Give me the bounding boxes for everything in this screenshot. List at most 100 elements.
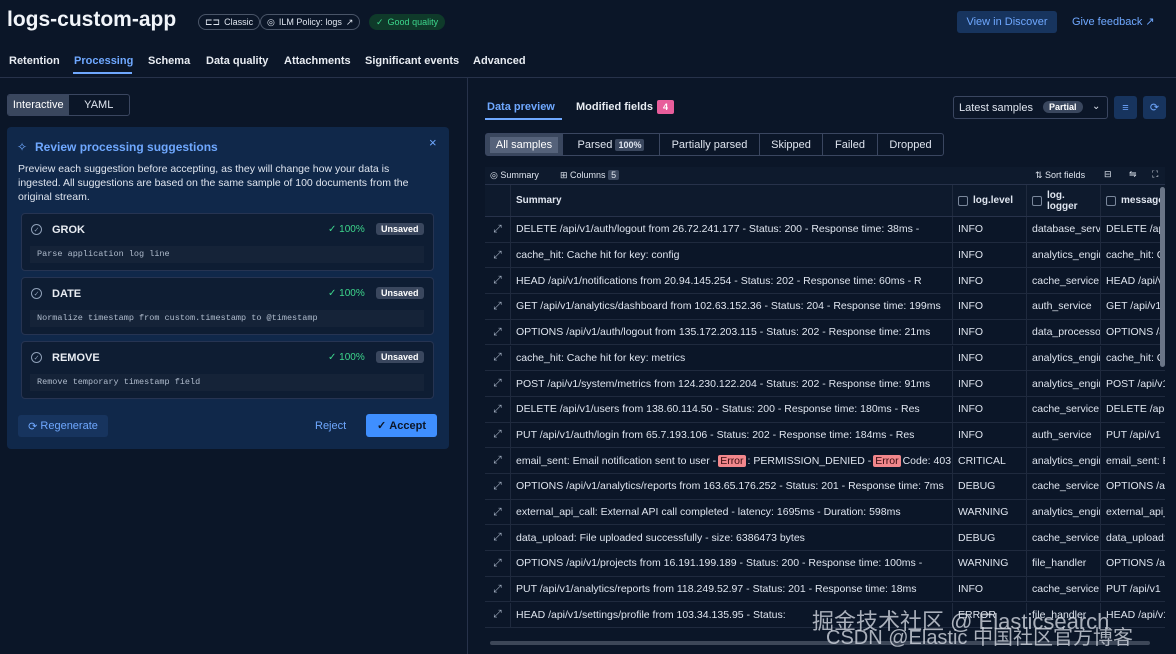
log-level-cell: INFO (953, 217, 1027, 242)
sort-fields-button[interactable]: ⇅ Sort fields (1035, 170, 1085, 181)
table-row[interactable]: ⤢ POST /api/v1/system/metrics from 124.23… (485, 371, 1165, 397)
table-row[interactable]: ⤢ data_upload: File uploaded successfully… (485, 525, 1165, 552)
expand-row-icon[interactable]: ⤢ (485, 551, 511, 576)
pct-value: 100% (339, 224, 365, 235)
filter-parsed[interactable]: Parsed 100% (562, 133, 660, 156)
suggestion-card-date[interactable]: ✓ DATE ✓ 100% Unsaved Normalize timestam… (21, 277, 434, 335)
close-icon[interactable]: × (429, 135, 437, 150)
expand-row-icon[interactable]: ⤢ (485, 242, 511, 268)
ilm-policy-link[interactable]: ◎ ILM Policy: logs ↗ (260, 14, 361, 30)
processor-name: REMOVE (52, 352, 100, 364)
suggestion-card-grok[interactable]: ✓ GROK ✓ 100% Unsaved Parse application … (21, 213, 434, 271)
expand-row-icon[interactable]: ⤢ (485, 499, 511, 525)
tab-advanced[interactable]: Advanced (473, 55, 526, 67)
expand-row-icon[interactable]: ⤢ (485, 217, 511, 242)
refresh-button[interactable]: ⟳ (1143, 96, 1166, 119)
match-rate: ✓ 100% (328, 224, 365, 235)
vertical-scrollbar[interactable] (1160, 187, 1165, 367)
pane-divider (467, 78, 468, 654)
table-row[interactable]: ⤢ PUT /api/v1/analytics/reports from 118.… (485, 576, 1165, 603)
density-icon[interactable]: ⊟ (1104, 169, 1112, 180)
columns-button[interactable]: ⊞ Columns 5 (560, 170, 620, 181)
table-row[interactable]: ⤢ cache_hit: Cache hit for key: config INF… (485, 242, 1165, 269)
table-row[interactable]: ⤢ OPTIONS /api/v1/auth/logout from 135.17… (485, 319, 1165, 346)
log-level-cell: WARNING (953, 551, 1027, 576)
message-cell: external_api_call (1106, 506, 1165, 519)
table-row[interactable]: ⤢ external_api_call: External API call co… (485, 499, 1165, 526)
regenerate-button[interactable]: ⟳ Regenerate (18, 415, 108, 437)
log-level-cell: INFO (953, 242, 1027, 268)
table-row[interactable]: ⤢ OPTIONS /api/v1/projects from 16.191.19… (485, 551, 1165, 577)
regenerate-label: Regenerate (40, 420, 98, 432)
log-logger-cell: auth_service (1027, 294, 1101, 319)
tab-retention[interactable]: Retention (9, 55, 60, 67)
column-header-message[interactable]: message (1101, 185, 1165, 216)
expand-row-icon[interactable]: ⤢ (485, 422, 511, 448)
log-logger-cell: analytics_engine (1027, 345, 1101, 371)
expand-row-icon[interactable]: ⤢ (485, 371, 511, 396)
classic-label: Classic (224, 17, 254, 27)
table-row[interactable]: ⤢ cache_hit: Cache hit for key: metrics IN… (485, 345, 1165, 372)
check-circle-icon: ✓ (31, 352, 42, 363)
table-row[interactable]: ⤢ HEAD /api/v1/notifications from 20.94.1… (485, 268, 1165, 295)
tab-processing[interactable]: Processing (74, 55, 133, 67)
view-in-discover-button[interactable]: View in Discover (957, 11, 1057, 33)
tab-significant-events[interactable]: Significant events (365, 55, 459, 67)
log-level-cell: INFO (953, 576, 1027, 602)
tab-attachments[interactable]: Attachments (284, 55, 351, 67)
column-header-summary[interactable]: Summary (511, 185, 953, 216)
tab-data-quality[interactable]: Data quality (206, 55, 268, 67)
message-cell: OPTIONS /api (1106, 326, 1165, 339)
filter-settings-button[interactable]: ≡ (1114, 96, 1137, 119)
columns-label: Columns (570, 170, 606, 180)
chevron-down-icon: ⌄ (1092, 101, 1101, 112)
table-row[interactable]: ⤢ PUT /api/v1/auth/login from 65.7.193.10… (485, 422, 1165, 449)
table-row[interactable]: ⤢ DELETE /api/v1/users from 138.60.114.50… (485, 396, 1165, 423)
yaml-mode-button[interactable]: YAML (69, 95, 130, 115)
column-header-log-level[interactable]: log.level (953, 185, 1027, 216)
samples-select[interactable]: Latest samples Partial ⌄ (953, 96, 1108, 119)
log-level-cell: WARNING (953, 499, 1027, 525)
suggestion-card-remove[interactable]: ✓ REMOVE ✓ 100% Unsaved Remove temporary… (21, 341, 434, 399)
filter-partially-parsed[interactable]: Partially parsed (659, 133, 760, 156)
expand-row-icon[interactable]: ⤢ (485, 294, 511, 319)
column-header-log-logger[interactable]: log. logger (1027, 185, 1101, 216)
check-circle-icon: ✓ (31, 288, 42, 299)
table-row[interactable]: ⤢ email_sent: Email notification sent to … (485, 448, 1165, 474)
fullscreen-icon[interactable]: ⛶ (1152, 169, 1158, 180)
expand-row-icon[interactable]: ⤢ (485, 474, 511, 499)
row-height-icon[interactable]: ⇋ (1129, 169, 1137, 180)
table-row[interactable]: ⤢ OPTIONS /api/v1/analytics/reports from … (485, 474, 1165, 500)
check-circle-icon: ✓ (376, 16, 384, 27)
give-feedback-link[interactable]: Give feedback ↗ (1072, 15, 1155, 28)
filter-all-samples[interactable]: All samples (485, 133, 563, 156)
filter-dropped[interactable]: Dropped (877, 133, 944, 156)
tab-data-preview[interactable]: Data preview (487, 101, 555, 113)
quality-label: Good quality (387, 17, 439, 27)
tab-schema[interactable]: Schema (148, 55, 190, 67)
expand-row-icon[interactable]: ⤢ (485, 268, 511, 294)
feedback-label: Give feedback (1072, 16, 1143, 28)
tabs-divider (0, 77, 1176, 78)
expand-row-icon[interactable]: ⤢ (485, 448, 511, 473)
filter-failed[interactable]: Failed (822, 133, 878, 156)
accept-button[interactable]: ✓ Accept (366, 414, 437, 437)
expand-row-icon[interactable]: ⤢ (485, 396, 511, 422)
summary-toggle[interactable]: ◎ Summary (490, 170, 539, 181)
table-row[interactable]: ⤢ GET /api/v1/analytics/dashboard from 10… (485, 294, 1165, 320)
filter-skipped[interactable]: Skipped (759, 133, 823, 156)
expand-row-icon[interactable]: ⤢ (485, 319, 511, 345)
expand-row-icon[interactable]: ⤢ (485, 525, 511, 551)
reject-button[interactable]: Reject (315, 420, 346, 432)
tab-modified-fields[interactable]: Modified fields (576, 101, 653, 113)
log-level-cell: DEBUG (953, 474, 1027, 499)
message-cell: OPTIONS /api (1106, 557, 1165, 570)
expand-row-icon[interactable]: ⤢ (485, 602, 511, 628)
interactive-mode-button[interactable]: Interactive (8, 95, 69, 115)
expand-row-icon[interactable]: ⤢ (485, 576, 511, 602)
suggestions-title: Review processing suggestions (35, 140, 218, 154)
expand-row-icon[interactable]: ⤢ (485, 345, 511, 371)
message-cell: GET /api/v1 (1106, 300, 1162, 313)
table-row[interactable]: ⤢ DELETE /api/v1/auth/logout from 26.72.2… (485, 217, 1165, 243)
message-cell: OPTIONS /api (1106, 480, 1165, 493)
